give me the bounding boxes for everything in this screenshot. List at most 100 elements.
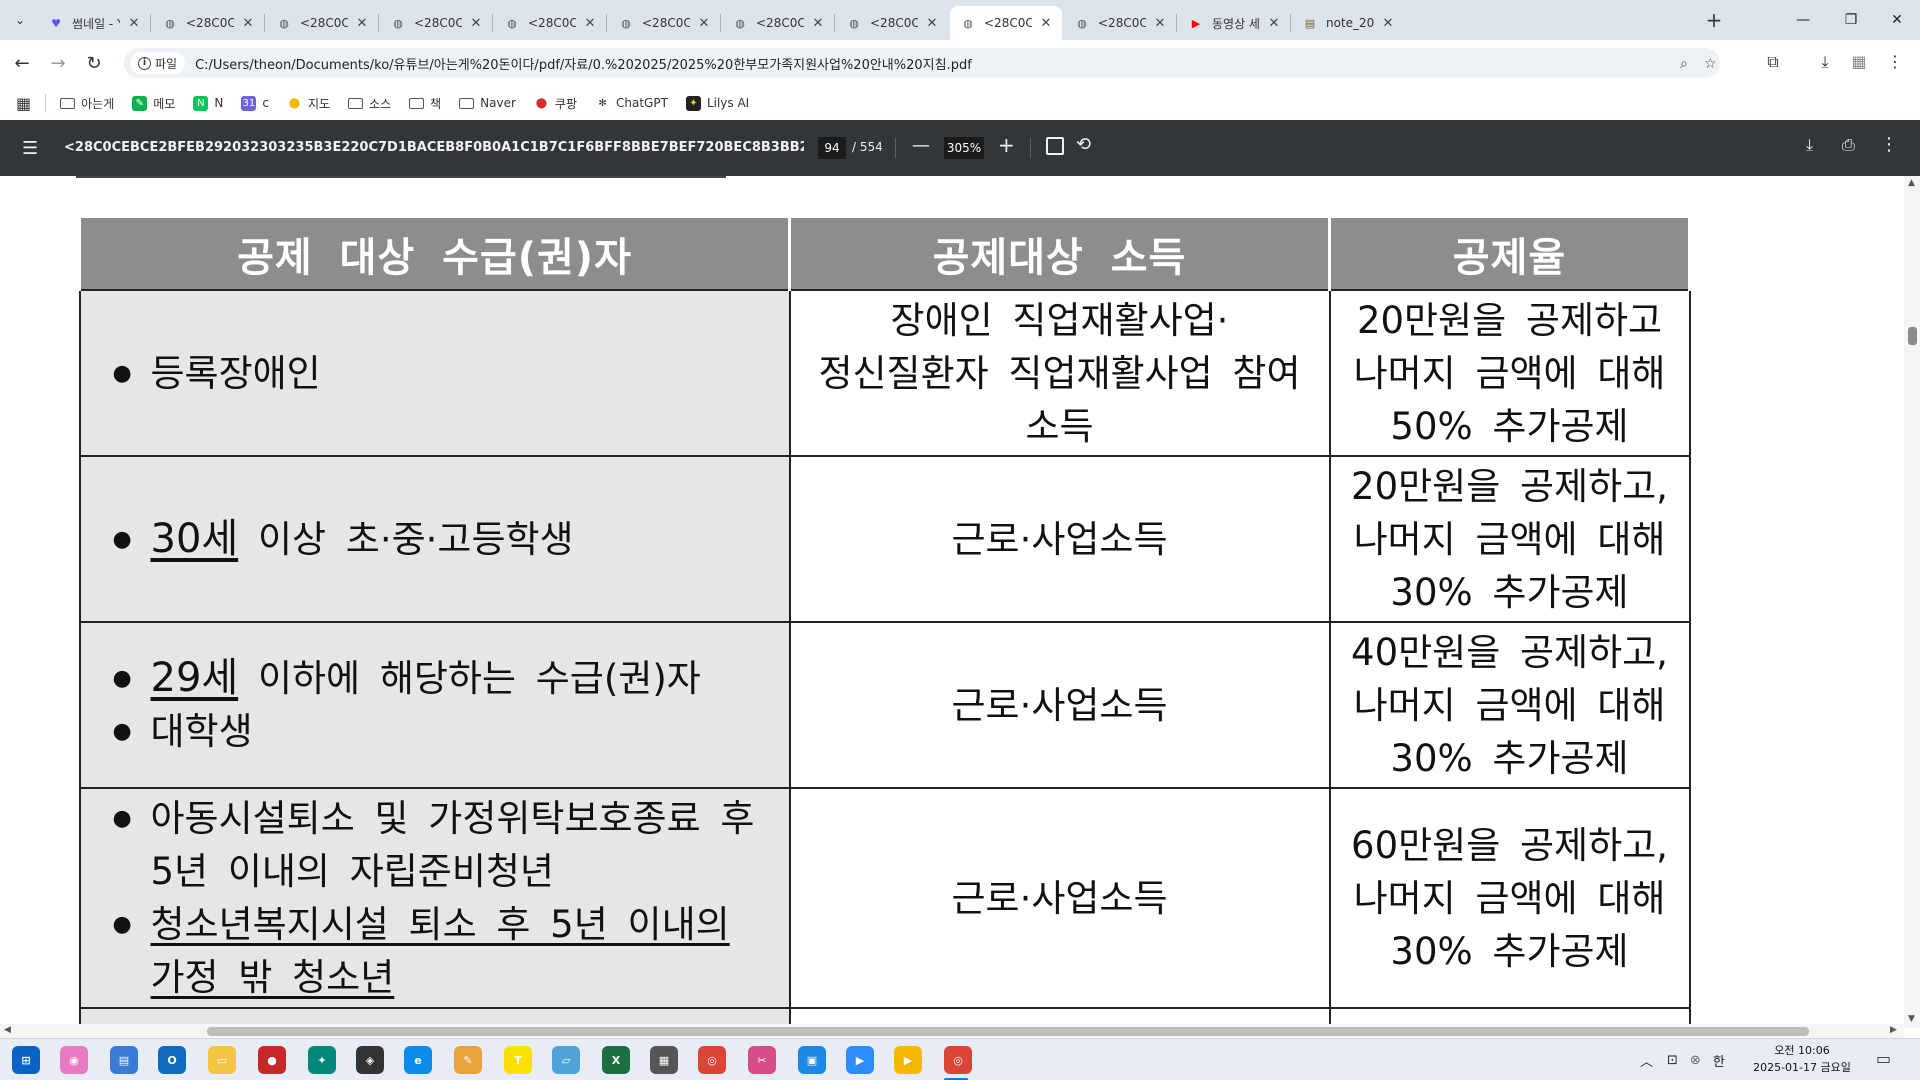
bookmark-item[interactable]: 31 c (241, 95, 269, 111)
vertical-scroll-thumb[interactable] (1908, 327, 1917, 345)
pdf-download-icon[interactable]: ⤓ (1806, 135, 1813, 155)
profile-icon[interactable]: ▦ (1848, 52, 1870, 71)
tab[interactable]: ◍ <28C0CEBC ✕ (836, 6, 948, 40)
close-tab-icon[interactable]: ✕ (1380, 16, 1396, 31)
address-bar[interactable]: i 파일 C:/Users/theon/Documents/ko/유튜브/아는게… (124, 48, 1720, 78)
tab[interactable]: ♥ 썸네일 - You ✕ (38, 6, 150, 40)
tab[interactable]: ◍ <28C0CEBC ✕ (950, 6, 1062, 40)
edge-icon[interactable]: e (404, 1046, 432, 1074)
close-tab-icon[interactable]: ✕ (468, 16, 484, 31)
paint-icon[interactable]: ✎ (454, 1046, 482, 1074)
bookmark-item[interactable]: NN (193, 95, 223, 111)
bookmark-item[interactable]: 책 (409, 95, 441, 112)
windows-start-icon[interactable]: ⊞ (12, 1046, 40, 1074)
kakaotalk-icon[interactable]: T (504, 1046, 532, 1074)
notification-icon[interactable]: ▭ (1876, 1049, 1891, 1068)
task-view-icon[interactable]: ▤ (110, 1046, 138, 1074)
record-icon[interactable]: ● (258, 1046, 286, 1074)
page-number-input[interactable]: 94 (818, 137, 846, 159)
file-explorer-icon[interactable]: ▭ (208, 1046, 236, 1074)
url-text[interactable]: C:/Users/theon/Documents/ko/유튜브/아는게%20돈이… (195, 54, 972, 73)
minimize-button[interactable]: — (1780, 0, 1826, 40)
bookmark-star-icon[interactable]: ☆ (1704, 56, 1717, 72)
media-player-icon[interactable]: ▶ (894, 1046, 922, 1074)
fit-page-icon[interactable] (1046, 137, 1064, 155)
close-tab-icon[interactable]: ✕ (924, 16, 940, 31)
bookmark-item[interactable]: 소스 (348, 95, 391, 112)
chrome-active-icon[interactable]: ◎ (944, 1046, 972, 1074)
notepad-icon[interactable]: ▱ (552, 1046, 580, 1074)
clock[interactable]: 오전 10:06 2025-01-17 금요일 (1752, 1042, 1852, 1076)
apps-grid-icon[interactable]: ▦ (16, 94, 31, 113)
more-options-icon[interactable]: ⋮ (1880, 134, 1898, 155)
new-tab-button[interactable]: + (1702, 8, 1726, 32)
close-tab-icon[interactable]: ✕ (696, 16, 712, 31)
tab[interactable]: ◍ <28C0CEBC ✕ (380, 6, 492, 40)
store-icon[interactable]: ▣ (798, 1046, 826, 1074)
chrome-icon[interactable]: ◎ (698, 1046, 726, 1074)
ime-indicator[interactable]: 한 (1713, 1051, 1725, 1070)
snipping-icon[interactable]: ✂ (748, 1046, 776, 1074)
bookmark-item[interactable]: Naver (459, 96, 516, 111)
zoom-level-input[interactable]: 305% (944, 137, 984, 159)
davinci-icon[interactable]: ◈ (356, 1046, 384, 1074)
downloads-icon[interactable]: ⤓ (1814, 52, 1836, 72)
reload-button[interactable]: ↻ (80, 49, 108, 77)
bookmark-item[interactable]: ⬤ 지도 (287, 95, 330, 112)
network-icon[interactable]: ⊡ (1667, 1053, 1678, 1068)
print-icon[interactable]: ⎙ (1842, 135, 1855, 155)
close-tab-icon[interactable]: ✕ (1038, 16, 1054, 31)
rotate-icon[interactable]: ⟲ (1076, 134, 1091, 155)
restore-button[interactable]: ❐ (1828, 0, 1874, 40)
bookmark-item[interactable]: ⬤ 쿠팡 (534, 95, 577, 112)
zoom-in-button[interactable]: + (998, 133, 1015, 157)
close-tab-icon[interactable]: ✕ (354, 16, 370, 31)
target-cell: 30세 이상 초·중·고등학생 (78, 455, 791, 623)
tab[interactable]: ◍ <28C0CEBC ✕ (608, 6, 720, 40)
close-tab-icon[interactable]: ✕ (810, 16, 826, 31)
close-tab-icon[interactable]: ✕ (1152, 16, 1168, 31)
horizontal-scroll-thumb[interactable] (207, 1027, 1809, 1036)
pdf-viewer[interactable]: 공제 대상 수급(권)자 공제대상 소득 공제율 등록장애인 장애인 직업재활사… (0, 176, 1920, 1028)
close-tab-icon[interactable]: ✕ (126, 16, 142, 31)
tab[interactable]: ▤ note_2025 ✕ (1292, 6, 1404, 40)
extensions-icon[interactable]: ⧉ (1762, 52, 1784, 72)
scroll-down-arrow-icon[interactable]: ▼ (1908, 1014, 1915, 1024)
tab[interactable]: ◍ <28C0CEBC ✕ (266, 6, 378, 40)
horizontal-scrollbar[interactable]: ◀ ▶ (0, 1024, 1904, 1038)
tab[interactable]: ◍ <28C0CEBC ✕ (722, 6, 834, 40)
heart-shield-icon: ♥ (51, 16, 61, 30)
vertical-scrollbar[interactable]: ▲ ▼ (1904, 176, 1920, 1028)
outlook-icon[interactable]: O (158, 1046, 186, 1074)
tab[interactable]: ◍ <28C0CEBC ✕ (152, 6, 264, 40)
zoom-icon[interactable]: ⌕ (1680, 56, 1688, 72)
tab[interactable]: ◍ <28C0CEBC ✕ (494, 6, 606, 40)
pdf-sidebar-menu-icon[interactable]: ☰ (22, 138, 42, 159)
back-button[interactable]: ← (8, 49, 36, 77)
bookmark-item[interactable]: ✻ ChatGPT (595, 96, 668, 111)
bookmark-item[interactable]: ✎ 메모 (132, 95, 175, 112)
close-tab-icon[interactable]: ✕ (1266, 16, 1282, 31)
zoom-icon[interactable]: ▶ (846, 1046, 874, 1074)
scroll-right-arrow-icon[interactable]: ▶ (1890, 1025, 1897, 1035)
scroll-left-arrow-icon[interactable]: ◀ (4, 1025, 11, 1035)
scroll-up-arrow-icon[interactable]: ▲ (1908, 178, 1915, 188)
tab-search-button[interactable]: ⌄ (8, 8, 32, 32)
forward-button[interactable]: → (44, 49, 72, 77)
zoom-out-button[interactable]: — (912, 135, 930, 156)
close-tab-icon[interactable]: ✕ (582, 16, 598, 31)
close-tab-icon[interactable]: ✕ (240, 16, 256, 31)
site-info-chip[interactable]: i 파일 (130, 52, 186, 74)
bookmark-item[interactable]: 아는게 (60, 95, 114, 112)
copilot-icon[interactable]: ◉ (60, 1046, 88, 1074)
close-window-button[interactable]: ✕ (1874, 0, 1920, 40)
mute-icon[interactable]: ⊗ (1690, 1053, 1701, 1068)
tab[interactable]: ▶ 동영상 세부 ✕ (1178, 6, 1290, 40)
calculator-icon[interactable]: ▦ (650, 1046, 678, 1074)
tab[interactable]: ◍ <28C0CEBC ✕ (1064, 6, 1176, 40)
fan-app-icon[interactable]: ✦ (308, 1046, 336, 1074)
tray-overflow-icon[interactable]: ︿ (1640, 1051, 1653, 1070)
bookmark-item[interactable]: ✦ Lilys AI (685, 95, 749, 111)
excel-icon[interactable]: X (602, 1046, 630, 1074)
chrome-menu-icon[interactable]: ⋮ (1884, 52, 1906, 71)
